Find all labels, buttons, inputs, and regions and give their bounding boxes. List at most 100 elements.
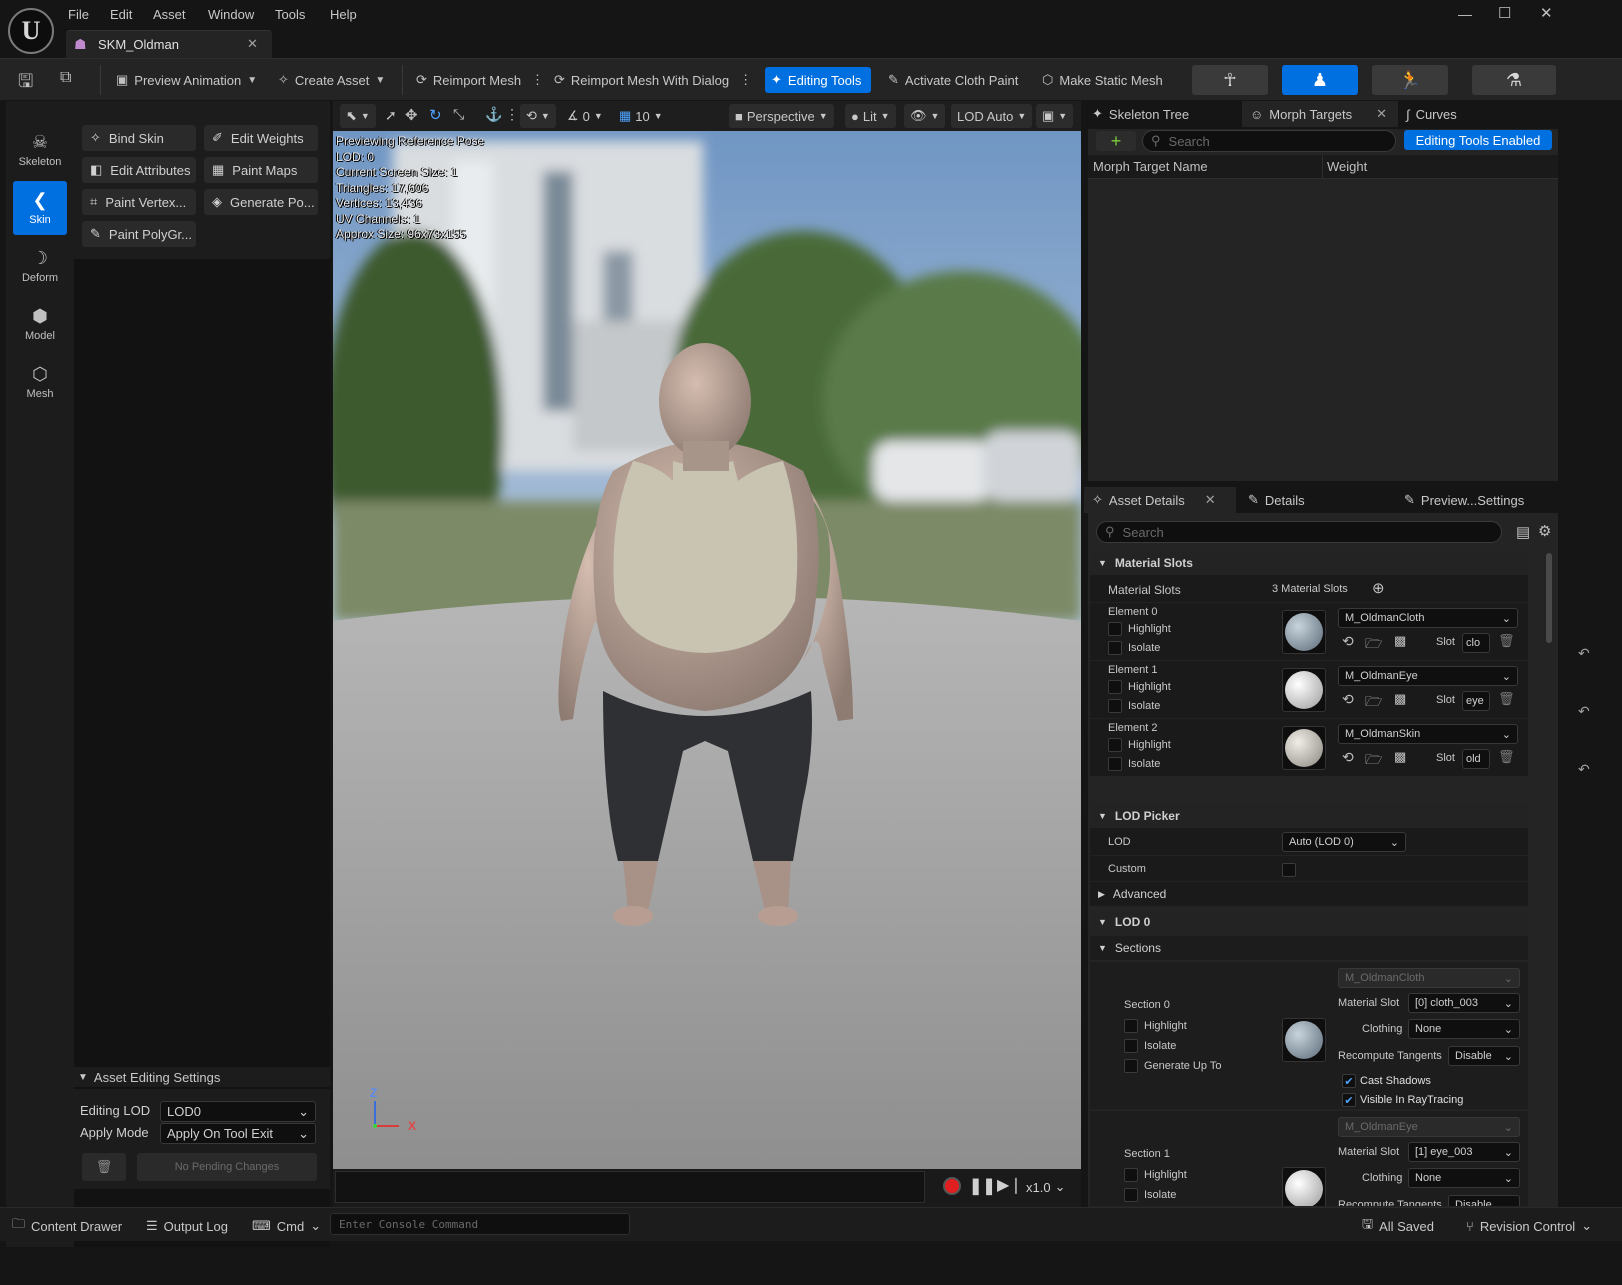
bind-skin-button[interactable]: ✧ Bind Skin <box>82 125 196 151</box>
reimport-mesh-dialog-button[interactable]: ⟳ Reimport Mesh With Dialog ⋮ <box>548 67 758 93</box>
column-morph-target-name[interactable]: Morph Target Name <box>1093 159 1208 174</box>
close-icon[interactable]: ✕ <box>1205 492 1216 508</box>
all-saved-button[interactable]: 🖫 All Saved <box>1362 1216 1434 1236</box>
table-view-icon[interactable]: ▤ <box>1516 523 1530 541</box>
section-material-dropdown[interactable]: M_OldmanCloth ⌄ <box>1338 968 1520 988</box>
browse-icon[interactable]: 🗁 <box>1365 691 1382 715</box>
paint-maps-button[interactable]: ▦ Paint Maps <box>204 157 318 183</box>
more-options-icon[interactable]: ⋮ <box>531 72 544 88</box>
scale-icon[interactable]: ⤡ <box>453 106 464 123</box>
material-dropdown[interactable]: M_OldmanCloth ⌄ <box>1338 608 1518 628</box>
make-static-mesh-button[interactable]: ⬡ Make Static Mesh <box>1036 67 1169 93</box>
material-thumbnail[interactable] <box>1282 726 1326 770</box>
isolate-checkbox[interactable]: Isolate <box>1108 641 1160 655</box>
create-asset-button[interactable]: ✧ Create Asset ▼ <box>272 67 391 93</box>
mode-deform[interactable]: ☽ Deform <box>13 239 67 293</box>
generate-polygroups-button[interactable]: ◈ Generate Po... <box>204 189 318 215</box>
lod-picker-header[interactable]: ▼ LOD Picker <box>1090 804 1528 828</box>
coordinate-space-dropdown[interactable]: ⟲ ▼ <box>520 104 556 128</box>
highlight-checkbox[interactable]: Highlight <box>1108 680 1171 694</box>
more-options-icon[interactable]: ⋮ <box>739 72 752 88</box>
mode-mesh[interactable]: ⬡ Mesh <box>13 355 67 409</box>
accept-changes-button[interactable]: No Pending Changes <box>137 1153 317 1181</box>
checkbox[interactable] <box>1124 1059 1138 1073</box>
visible-raytracing-checkbox[interactable]: ✔ Visible In RayTracing <box>1342 1093 1463 1107</box>
checkbox[interactable] <box>1108 622 1122 636</box>
tab-curves[interactable]: ∫ Curves <box>1398 101 1528 127</box>
isolate-checkbox[interactable]: Isolate <box>1108 757 1160 771</box>
checkbox[interactable] <box>1108 738 1122 752</box>
record-button[interactable] <box>943 1177 961 1195</box>
more-options-icon[interactable]: ⋮ <box>505 106 519 123</box>
checkbox[interactable] <box>1108 757 1122 771</box>
material-thumbnail[interactable] <box>1282 610 1326 654</box>
animation-mode-button[interactable]: 🏃 <box>1372 65 1448 95</box>
highlight-checkbox[interactable]: Highlight <box>1108 738 1171 752</box>
select-arrow-icon[interactable]: ➚ <box>385 107 397 124</box>
cmd-dropdown[interactable]: ⌨ Cmd ⌄ <box>252 1216 321 1236</box>
recompute-tangents-dropdown[interactable]: Disable ⌄ <box>1448 1046 1520 1066</box>
mode-model[interactable]: ⬢ Model <box>13 297 67 351</box>
checkbox[interactable] <box>1282 862 1296 877</box>
checkbox[interactable] <box>1108 641 1122 655</box>
close-icon[interactable]: ✕ <box>1376 106 1387 122</box>
highlight-checkbox[interactable]: Highlight <box>1108 622 1171 636</box>
editing-tools-enabled-button[interactable]: Editing Tools Enabled <box>1404 130 1552 150</box>
material-dropdown[interactable]: M_OldmanSkin ⌄ <box>1338 724 1518 744</box>
asset-editing-settings-header[interactable]: ▼ Asset Editing Settings <box>74 1067 330 1087</box>
clothing-dropdown[interactable]: None ⌄ <box>1408 1168 1520 1188</box>
add-morph-target-button[interactable]: + <box>1096 131 1136 151</box>
tab-morph-targets[interactable]: ☺ Morph Targets ✕ <box>1242 101 1398 127</box>
grid-snap-toggle[interactable]: ▦ 10 ▼ <box>613 104 669 128</box>
material-thumbnail[interactable] <box>1282 668 1326 712</box>
material-slots-header[interactable]: ▼ Material Slots <box>1090 551 1528 575</box>
recompute-tangents-dropdown[interactable]: Disable ⌄ <box>1448 1195 1520 1206</box>
tab-preview-settings[interactable]: ✎ Preview...Settings <box>1396 487 1556 513</box>
maximize-icon[interactable]: ☐ <box>1498 4 1511 22</box>
sections-header[interactable]: ▼ Sections <box>1090 936 1528 960</box>
use-selected-icon[interactable]: ⟲ <box>1342 633 1354 650</box>
add-material-slot-icon[interactable]: ⊕ <box>1372 579 1385 597</box>
select-mode-dropdown[interactable]: ⬉ ▼ <box>340 104 376 128</box>
editing-tools-button[interactable]: ✦ Editing Tools <box>765 67 871 93</box>
apply-mode-dropdown[interactable]: Apply On Tool Exit ⌄ <box>160 1123 316 1144</box>
timeline-track[interactable] <box>335 1171 925 1203</box>
highlight-checkbox[interactable]: Highlight <box>1124 1168 1187 1182</box>
viewport[interactable]: Z X Previewing Reference Pose LOD: 0 Cur… <box>333 101 1081 1207</box>
viewport-layout-dropdown[interactable]: ▣ ▼ <box>1036 104 1074 128</box>
tab-details[interactable]: ✎ Details <box>1240 487 1370 513</box>
details-scrollbar[interactable] <box>1546 553 1552 643</box>
save-icon[interactable]: 🖫 <box>18 69 33 99</box>
menu-window[interactable]: Window <box>208 7 254 22</box>
advanced-header[interactable]: ▶ Advanced <box>1090 882 1528 906</box>
menu-asset[interactable]: Asset <box>153 7 186 22</box>
menu-file[interactable]: File <box>68 7 89 22</box>
use-selected-icon[interactable]: ⟲ <box>1342 691 1354 708</box>
discard-changes-button[interactable]: 🗑 <box>82 1153 126 1181</box>
tab-close-icon[interactable]: ✕ <box>247 36 258 52</box>
section-material-thumbnail[interactable] <box>1282 1167 1326 1206</box>
pause-icon[interactable]: ❚❚ <box>969 1176 996 1196</box>
checkbox[interactable] <box>1108 699 1122 713</box>
rotation-snap-toggle[interactable]: ∡ 0 ▼ <box>561 104 609 128</box>
skeleton-mode-button[interactable]: ☥ <box>1192 65 1268 95</box>
checkmark-icon[interactable]: ✔ <box>1342 1093 1356 1107</box>
slot-name-input[interactable]: eye <box>1462 691 1490 711</box>
highlight-checkbox[interactable]: Highlight <box>1124 1019 1187 1033</box>
tab-asset-details[interactable]: ✧ Asset Details ✕ <box>1084 487 1236 513</box>
browse-icon[interactable]: 🗁 <box>1365 749 1382 773</box>
generate-up-to-checkbox[interactable]: Generate Up To <box>1124 1059 1221 1073</box>
console-command-input[interactable]: Enter Console Command <box>330 1213 630 1235</box>
material-dropdown[interactable]: M_OldmanEye ⌄ <box>1338 666 1518 686</box>
perspective-dropdown[interactable]: ■ Perspective ▼ <box>729 104 834 128</box>
clothing-dropdown[interactable]: None ⌄ <box>1408 1019 1520 1039</box>
trash-icon[interactable]: 🗑 <box>1498 691 1515 707</box>
menu-tools[interactable]: Tools <box>275 7 305 22</box>
show-flags-dropdown[interactable]: 👁 ▼ <box>904 104 946 128</box>
edit-weights-button[interactable]: ✐ Edit Weights <box>204 125 318 151</box>
pivot-icon[interactable]: ⚓ <box>485 106 502 123</box>
menu-help[interactable]: Help <box>330 7 357 22</box>
browse-asset-icon[interactable]: ⧉ <box>60 69 71 87</box>
minimize-icon[interactable]: — <box>1458 6 1472 22</box>
physics-mode-button[interactable]: ⚗ <box>1472 65 1556 95</box>
